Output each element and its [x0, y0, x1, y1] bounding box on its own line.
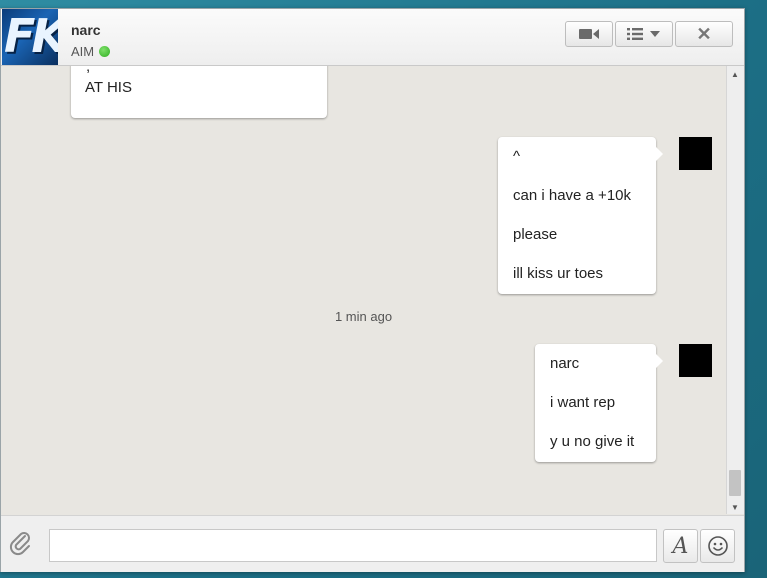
bubble-tail [656, 354, 663, 368]
contact-avatar[interactable]: FK [2, 9, 58, 65]
incoming-message-bubble: AT HIS [71, 66, 327, 118]
message-line: AT HIS [85, 79, 132, 96]
scrollbar-thumb[interactable] [729, 470, 741, 496]
chat-header: FK narc AIM ✕ [1, 9, 744, 66]
message-line: y u no give it [550, 433, 635, 450]
options-menu-button[interactable] [615, 21, 673, 47]
outgoing-message-bubble: narc i want rep y u no give it [535, 344, 663, 462]
message-line: ^ [513, 148, 521, 165]
message-history[interactable]: AT HIS ; ^ can i have a +10k please ill … [1, 66, 726, 514]
paperclip-icon[interactable] [9, 530, 33, 556]
font-icon: A [672, 533, 689, 559]
scroll-down-arrow-icon[interactable]: ▼ [731, 503, 739, 512]
composer-bar: A [1, 515, 744, 572]
video-call-button[interactable] [565, 21, 613, 47]
user-avatar[interactable] [679, 344, 712, 377]
service-label: AIM [71, 44, 95, 59]
close-icon: ✕ [696, 23, 712, 44]
list-icon [627, 28, 643, 40]
smiley-icon [707, 536, 728, 556]
bubble-tail [656, 147, 663, 161]
online-status-icon [99, 46, 111, 57]
scroll-up-arrow-icon[interactable]: ▲ [731, 70, 739, 79]
close-button[interactable]: ✕ [675, 21, 733, 47]
user-avatar[interactable] [679, 137, 712, 170]
avatar-logo-text: FK [4, 9, 58, 63]
message-line: please [513, 226, 558, 243]
message-input[interactable] [49, 529, 657, 562]
chat-window: FK narc AIM ✕ AT HIS ; ^ can i have a +1… [0, 8, 745, 572]
outgoing-message-bubble: ^ can i have a +10k please ill kiss ur t… [498, 137, 663, 294]
message-line: narc [550, 355, 580, 372]
message-timestamp: 1 min ago [334, 309, 393, 324]
contact-name[interactable]: narc [71, 22, 101, 38]
vertical-scrollbar[interactable]: ▲ ▼ [726, 66, 744, 514]
message-line: ill kiss ur toes [513, 265, 604, 282]
message-line: can i have a +10k [513, 187, 632, 204]
font-style-button[interactable]: A [663, 529, 698, 563]
video-camera-icon [579, 29, 599, 39]
emoji-button[interactable] [700, 529, 735, 563]
message-line: i want rep [550, 394, 616, 411]
message-line-fragment: ; [86, 66, 91, 75]
chevron-down-icon [650, 31, 660, 37]
contact-status: AIM [71, 44, 111, 59]
